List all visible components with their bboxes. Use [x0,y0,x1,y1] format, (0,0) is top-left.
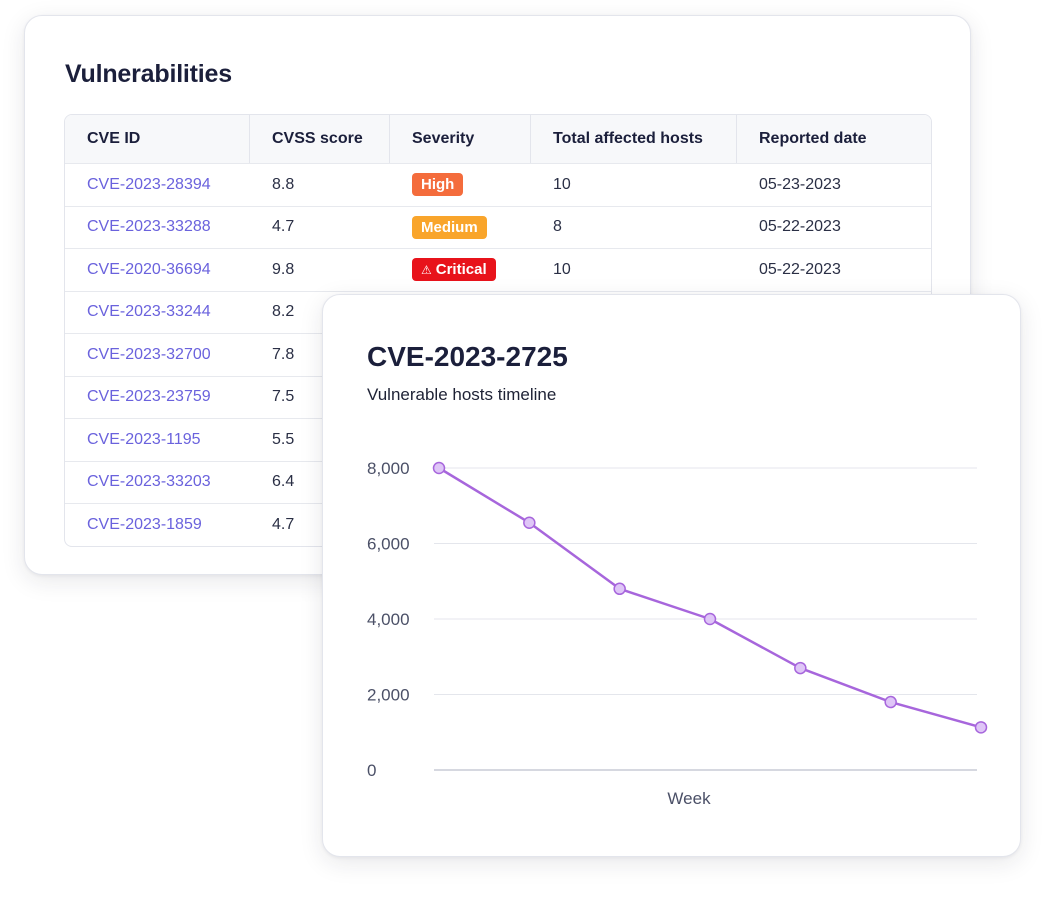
reported-date-cell: 05-23-2023 [759,175,841,193]
x-axis-label: Week [667,789,711,808]
severity-label: Critical [435,261,487,279]
series-line [438,466,982,729]
cvss-score-cell: 4.7 [272,218,295,236]
table-row[interactable]: CVE-2023-28394 8.8 High 10 05-23-2023 [65,163,931,206]
affected-hosts-cell: 10 [553,260,571,278]
column-header-reported-date[interactable]: Reported date [737,115,931,163]
cve-id-cell: CVE-2023-33244 [65,292,250,334]
reported-date-cell: 05-22-2023 [759,218,841,236]
vulnerabilities-title: Vulnerabilities [65,60,232,88]
cve-link[interactable]: CVE-2023-1859 [87,516,202,534]
table-header-row: CVE ID CVSS score Severity Total affecte… [65,115,931,163]
cve-link[interactable]: CVE-2023-33244 [87,303,211,321]
cve-id-cell: CVE-2023-32700 [65,334,250,376]
y-tick-label: 8,000 [367,459,410,478]
cvss-score-cell: 9.8 [272,260,295,278]
column-header-total-affected-hosts[interactable]: Total affected hosts [531,115,737,163]
affected-hosts-cell: 8 [553,218,562,236]
cve-link[interactable]: CVE-2023-33203 [87,473,211,491]
cve-link[interactable]: CVE-2023-23759 [87,388,211,406]
timeline-subtitle: Vulnerable hosts timeline [367,385,557,404]
reported-date-cell: 05-22-2023 [759,260,841,278]
table-row[interactable]: CVE-2023-33288 4.7 Medium 8 05-22-2023 [65,205,931,249]
cve-id-cell: CVE-2023-23759 [65,377,250,419]
hosts-timeline-chart: 0 2,000 4,000 6,000 8,000 Week [367,459,988,808]
y-tick-label: 6,000 [367,535,410,554]
affected-hosts-cell: 10 [553,175,571,193]
cve-id-cell: CVE-2020-36694 [65,249,250,291]
cve-link[interactable]: CVE-2023-32700 [87,346,211,364]
data-point[interactable] [974,721,988,734]
severity-cell: Medium [390,207,531,249]
hosts-timeline-card: 0 2,000 4,000 6,000 8,000 Week CVE-2023-2725 … [322,294,1021,857]
column-header-cvss-score[interactable]: CVSS score [250,115,390,163]
table-row[interactable]: CVE-2020-36694 9.8 ⚠ Critical 10 05-22-2023 [65,248,931,291]
data-point[interactable] [794,661,807,675]
y-tick-label: 2,000 [367,686,410,705]
cve-id-cell: CVE-2023-33203 [65,462,250,504]
data-point[interactable] [703,612,717,626]
cve-id-cell: CVE-2023-1859 [65,504,250,546]
column-header-severity[interactable]: Severity [390,115,531,163]
severity-label: High [421,176,455,194]
cve-link[interactable]: CVE-2023-28394 [87,176,211,194]
column-header-cve-id[interactable]: CVE ID [65,115,250,163]
data-point[interactable] [523,516,536,529]
cve-link[interactable]: CVE-2020-36694 [87,261,211,279]
data-point[interactable] [432,461,446,475]
timeline-title: CVE-2023-2725 [367,341,568,372]
severity-cell: ⚠ Critical [390,249,531,291]
severity-badge: ⚠ Critical [412,258,496,282]
data-point[interactable] [613,582,626,596]
cvss-score-cell: 8.8 [272,175,295,193]
warning-icon: ⚠ [421,262,432,277]
data-point[interactable] [884,695,897,709]
severity-label: Medium [421,218,478,236]
severity-cell: High [390,164,531,206]
y-tick-label: 4,000 [367,610,410,629]
cve-id-cell: CVE-2023-28394 [65,164,250,206]
cve-link[interactable]: CVE-2023-33288 [87,218,211,236]
severity-badge: Medium [412,215,487,239]
cve-link[interactable]: CVE-2023-1195 [87,431,201,449]
severity-badge: High [412,173,464,197]
y-tick-label: 0 [367,761,376,780]
cve-id-cell: CVE-2023-1195 [65,419,250,461]
cve-id-cell: CVE-2023-33288 [65,207,250,249]
